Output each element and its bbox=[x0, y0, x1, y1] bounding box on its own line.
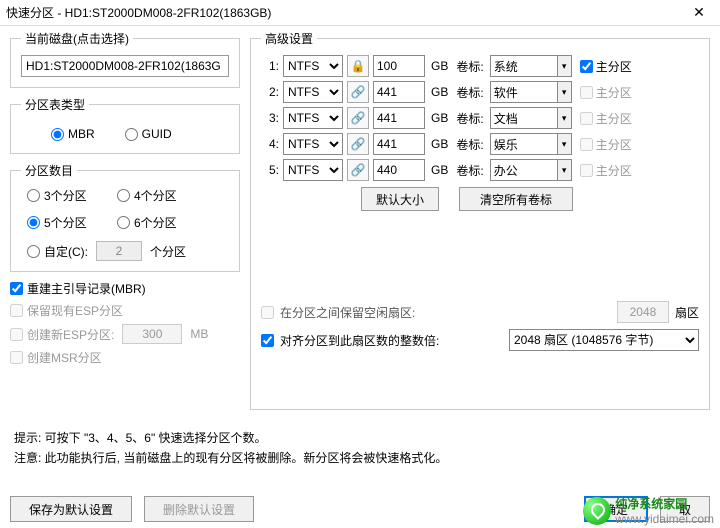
sector-unit: 扇区 bbox=[675, 304, 699, 321]
partition-row: 1: NTFS🔒 GB 卷标: ▾ 主分区 bbox=[261, 55, 699, 77]
chevron-down-icon[interactable]: ▾ bbox=[558, 133, 572, 155]
new-esp: 创建新ESP分区: MB bbox=[10, 324, 240, 344]
partition-row: 3: NTFS🔗 GB 卷标: ▾ 主分区 bbox=[261, 107, 699, 129]
tip-line-1: 提示: 可按下 "3、4、5、6" 快速选择分区个数。 bbox=[14, 428, 706, 448]
radio-3[interactable]: 3个分区 bbox=[27, 187, 117, 204]
tip-line-2: 注意: 此功能执行后, 当前磁盘上的现有分区将被删除。新分区将会被快速格式化。 bbox=[14, 448, 706, 468]
partition-row: 4: NTFS🔗 GB 卷标: ▾ 主分区 bbox=[261, 133, 699, 155]
align-select[interactable]: 2048 扇区 (1048576 字节) bbox=[509, 329, 699, 351]
link-icon[interactable]: 🔗 bbox=[347, 107, 369, 129]
save-default-button[interactable]: 保存为默认设置 bbox=[10, 496, 132, 522]
lock-icon[interactable]: 🔒 bbox=[347, 55, 369, 77]
partition-row: 5: NTFS🔗 GB 卷标: ▾ 主分区 bbox=[261, 159, 699, 181]
row-index: 3: bbox=[261, 111, 279, 125]
link-icon[interactable]: 🔗 bbox=[347, 81, 369, 103]
disk-select[interactable] bbox=[21, 55, 229, 77]
create-msr: 创建MSR分区 bbox=[10, 349, 240, 366]
fs-select[interactable]: NTFS bbox=[283, 107, 343, 129]
primary-chk: 主分区 bbox=[580, 84, 632, 101]
row-index: 1: bbox=[261, 59, 279, 73]
primary-chk: 主分区 bbox=[580, 110, 632, 127]
gb-label: GB bbox=[431, 85, 448, 99]
adv-legend: 高级设置 bbox=[261, 30, 317, 47]
count-group: 分区数目 3个分区 4个分区 5个分区 6个分区 自定(C): 个分区 bbox=[10, 162, 240, 272]
radio-6[interactable]: 6个分区 bbox=[117, 214, 207, 231]
vol-label: 卷标: bbox=[456, 58, 483, 75]
current-disk-legend: 当前磁盘(点击选择) bbox=[21, 30, 133, 47]
default-size-button[interactable]: 默认大小 bbox=[361, 187, 439, 211]
leaf-icon bbox=[583, 497, 611, 525]
primary-chk[interactable]: 主分区 bbox=[580, 58, 632, 75]
current-disk-group: 当前磁盘(点击选择) bbox=[10, 30, 240, 88]
keep-esp: 保留现有ESP分区 bbox=[10, 302, 240, 319]
gb-label: GB bbox=[431, 111, 448, 125]
chevron-down-icon[interactable]: ▾ bbox=[558, 55, 572, 77]
close-icon[interactable]: ✕ bbox=[684, 4, 714, 21]
radio-mbr[interactable]: MBR bbox=[51, 127, 95, 141]
wm-name: 纯净系统家园 bbox=[615, 495, 714, 512]
primary-chk: 主分区 bbox=[580, 162, 632, 179]
link-icon[interactable]: 🔗 bbox=[347, 133, 369, 155]
chevron-down-icon[interactable]: ▾ bbox=[558, 81, 572, 103]
radio-custom[interactable]: 自定(C): 个分区 bbox=[27, 241, 207, 261]
vol-input[interactable] bbox=[490, 107, 558, 129]
size-input[interactable] bbox=[373, 81, 425, 103]
fs-select[interactable]: NTFS bbox=[283, 133, 343, 155]
size-input[interactable] bbox=[373, 55, 425, 77]
pt-type-group: 分区表类型 MBR GUID bbox=[10, 96, 240, 154]
align-label: 对齐分区到此扇区数的整数倍: bbox=[280, 332, 439, 349]
titlebar: 快速分区 - HD1:ST2000DM008-2FR102(1863GB) ✕ bbox=[0, 0, 720, 26]
size-input[interactable] bbox=[373, 133, 425, 155]
link-icon[interactable]: 🔗 bbox=[347, 159, 369, 181]
keep-free-chk bbox=[261, 306, 274, 319]
fs-select[interactable]: NTFS bbox=[283, 159, 343, 181]
size-input[interactable] bbox=[373, 159, 425, 181]
size-input[interactable] bbox=[373, 107, 425, 129]
row-index: 5: bbox=[261, 163, 279, 177]
adv-group: 高级设置 1:NTFS🔒GB卷标:▾ 主分区2:NTFS🔗GB卷标:▾ 主分区3… bbox=[250, 30, 710, 410]
fs-select[interactable]: NTFS bbox=[283, 81, 343, 103]
vol-input[interactable] bbox=[490, 55, 558, 77]
vol-input[interactable] bbox=[490, 159, 558, 181]
vol-label: 卷标: bbox=[456, 84, 483, 101]
partition-row: 2: NTFS🔗 GB 卷标: ▾ 主分区 bbox=[261, 81, 699, 103]
vol-label: 卷标: bbox=[456, 110, 483, 127]
primary-chk: 主分区 bbox=[580, 136, 632, 153]
vol-input[interactable] bbox=[490, 81, 558, 103]
chevron-down-icon[interactable]: ▾ bbox=[558, 159, 572, 181]
fs-select[interactable]: NTFS bbox=[283, 55, 343, 77]
keep-free-label: 在分区之间保留空闲扇区: bbox=[280, 304, 415, 321]
clear-vol-button[interactable]: 清空所有卷标 bbox=[459, 187, 573, 211]
watermark: 纯净系统家园 www.yidaimei.com bbox=[583, 495, 714, 526]
esp-size-input bbox=[122, 324, 182, 344]
vol-input[interactable] bbox=[490, 133, 558, 155]
chevron-down-icon[interactable]: ▾ bbox=[558, 107, 572, 129]
rebuild-mbr[interactable]: 重建主引导记录(MBR) bbox=[10, 280, 240, 297]
row-index: 4: bbox=[261, 137, 279, 151]
wm-url: www.yidaimei.com bbox=[615, 512, 714, 526]
gb-label: GB bbox=[431, 59, 448, 73]
vol-label: 卷标: bbox=[456, 136, 483, 153]
custom-count-input bbox=[96, 241, 142, 261]
gb-label: GB bbox=[431, 163, 448, 177]
radio-4[interactable]: 4个分区 bbox=[117, 187, 207, 204]
gb-label: GB bbox=[431, 137, 448, 151]
align-chk[interactable] bbox=[261, 334, 274, 347]
pt-type-legend: 分区表类型 bbox=[21, 96, 89, 113]
window-title: 快速分区 - HD1:ST2000DM008-2FR102(1863GB) bbox=[6, 4, 684, 21]
radio-guid[interactable]: GUID bbox=[125, 127, 172, 141]
count-legend: 分区数目 bbox=[21, 162, 77, 179]
delete-default-button: 删除默认设置 bbox=[144, 496, 254, 522]
vol-label: 卷标: bbox=[456, 162, 483, 179]
radio-5[interactable]: 5个分区 bbox=[27, 214, 117, 231]
tips: 提示: 可按下 "3、4、5、6" 快速选择分区个数。 注意: 此功能执行后, … bbox=[0, 418, 720, 479]
sector-input bbox=[617, 301, 669, 323]
row-index: 2: bbox=[261, 85, 279, 99]
